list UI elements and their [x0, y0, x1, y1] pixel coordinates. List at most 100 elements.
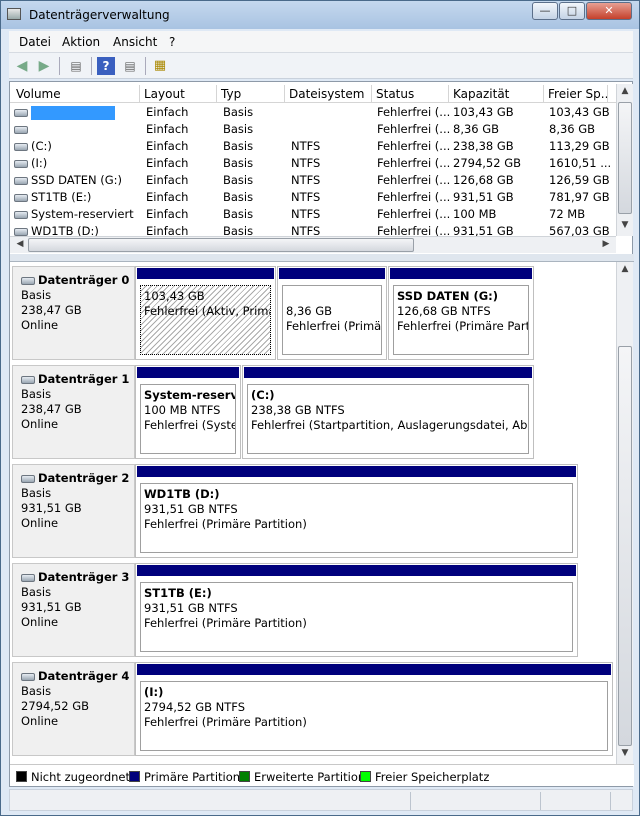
- toolbar-separator: [91, 57, 92, 75]
- column-volume[interactable]: Volume: [10, 85, 140, 103]
- partition-size: 100 MB NTFS: [144, 403, 221, 417]
- properties-icon[interactable]: ▤: [121, 57, 139, 75]
- scroll-up-icon[interactable]: ▲: [617, 264, 633, 274]
- legend-item: Nicht zugeordnet: [16, 770, 130, 784]
- volume-row[interactable]: WD1TB (D:) Einfach Basis NTFS Fehlerfrei…: [10, 223, 616, 236]
- volume-row[interactable]: (C:) Einfach Basis NTFS Fehlerfrei (... …: [10, 138, 616, 155]
- scroll-left-icon[interactable]: ◀: [12, 239, 28, 249]
- disk-label[interactable]: Datenträger 4 Basis 2794,52 GB Online: [12, 662, 135, 756]
- volume-row[interactable]: (I:) Einfach Basis NTFS Fehlerfrei (... …: [10, 155, 616, 172]
- scroll-down-icon[interactable]: ▼: [617, 220, 633, 230]
- maximize-icon: □: [566, 4, 578, 17]
- primary-partition-bar: [137, 367, 239, 378]
- volume-icon: [14, 193, 28, 202]
- scrollbar-thumb[interactable]: [618, 102, 632, 214]
- close-button[interactable]: ✕: [586, 2, 632, 20]
- menu-datei[interactable]: Datei: [19, 35, 51, 49]
- partition-status: Fehlerfrei (Aktiv, Primäre: [144, 304, 270, 318]
- partition-body: SSD DATEN (G:) 126,68 GB NTFS Fehlerfrei…: [393, 285, 529, 355]
- volume-row[interactable]: Einfach Basis Fehlerfrei (... 8,36 GB 8,…: [10, 121, 616, 138]
- column-layout[interactable]: Layout: [140, 85, 217, 103]
- scroll-right-icon[interactable]: ▶: [598, 239, 614, 249]
- cell-kapazitaet: 126,68 GB: [453, 173, 514, 187]
- toolbar-separator: [145, 57, 146, 75]
- disk-icon: [21, 573, 35, 582]
- cell-volume: ST1TB (E:): [31, 190, 92, 204]
- partition-name: ST1TB (E:): [144, 586, 212, 600]
- disk-label[interactable]: Datenträger 3 Basis 931,51 GB Online: [12, 563, 135, 657]
- partition-body: (C:) 238,38 GB NTFS Fehlerfrei (Startpar…: [247, 384, 529, 454]
- legend-label: Nicht zugeordnet: [31, 770, 131, 784]
- volume-row[interactable]: SSD DATEN (G:) Einfach Basis NTFS Fehler…: [10, 172, 616, 189]
- scrollbar-thumb[interactable]: [618, 346, 632, 746]
- cell-dateisystem: NTFS: [291, 139, 321, 153]
- back-arrow-icon[interactable]: ◀: [13, 57, 31, 75]
- volume-list-horizontal-scrollbar[interactable]: ◀ ▶: [10, 236, 616, 253]
- cell-layout: Einfach: [146, 207, 189, 221]
- scroll-down-icon[interactable]: ▼: [617, 748, 633, 758]
- partition[interactable]: SSD DATEN (G:) 126,68 GB NTFS Fehlerfrei…: [388, 266, 534, 360]
- partition[interactable]: WD1TB (D:) 931,51 GB NTFS Fehlerfrei (Pr…: [135, 464, 578, 558]
- partition-body: 8,36 GB Fehlerfrei (Primäre: [282, 285, 382, 355]
- forward-arrow-icon[interactable]: ▶: [35, 57, 53, 75]
- partition-status: Fehlerfrei (System: [144, 418, 235, 432]
- partition-size: 103,43 GB: [144, 289, 205, 303]
- disk-size: 931,51 GB: [21, 600, 82, 614]
- column-kapazitaet[interactable]: Kapazität: [449, 85, 544, 103]
- menu-aktion[interactable]: Aktion: [62, 35, 100, 49]
- disk-label[interactable]: Datenträger 0 Basis 238,47 GB Online: [12, 266, 135, 360]
- cell-kapazitaet: 931,51 GB: [453, 190, 514, 204]
- legend-swatch: [16, 771, 27, 782]
- menu-help[interactable]: ?: [169, 35, 175, 49]
- volume-row[interactable]: ST1TB (E:) Einfach Basis NTFS Fehlerfrei…: [10, 189, 616, 206]
- title-bar[interactable]: Datenträgerverwaltung — □ ✕: [1, 1, 639, 29]
- cell-dateisystem: NTFS: [291, 224, 321, 236]
- partition[interactable]: (C:) 238,38 GB NTFS Fehlerfrei (Startpar…: [242, 365, 534, 459]
- disk-name: Datenträger 4: [38, 669, 130, 683]
- status-separator: [410, 792, 411, 810]
- partition[interactable]: ST1TB (E:) 931,51 GB NTFS Fehlerfrei (Pr…: [135, 563, 578, 657]
- pane-splitter[interactable]: [10, 254, 634, 262]
- legend-swatch: [239, 771, 250, 782]
- cell-frei: 1610,51 ...: [549, 156, 612, 170]
- partition-size: 238,38 GB NTFS: [251, 403, 345, 417]
- scrollbar-thumb[interactable]: [28, 238, 414, 252]
- help-icon[interactable]: ?: [97, 57, 115, 75]
- minimize-button[interactable]: —: [532, 2, 558, 20]
- menu-ansicht[interactable]: Ansicht: [113, 35, 157, 49]
- maximize-button[interactable]: □: [559, 2, 585, 20]
- partition-body: ST1TB (E:) 931,51 GB NTFS Fehlerfrei (Pr…: [140, 582, 573, 652]
- volume-icon: [14, 159, 28, 168]
- volume-row[interactable]: System-reserviert Einfach Basis NTFS Feh…: [10, 206, 616, 223]
- primary-partition-bar: [137, 466, 576, 477]
- volume-list-vertical-scrollbar[interactable]: ▲ ▼: [616, 84, 633, 236]
- column-freier-speicherplatz[interactable]: Freier Sp...: [544, 85, 608, 103]
- partition-size: 2794,52 GB NTFS: [144, 700, 246, 714]
- disk-icon: [21, 474, 35, 483]
- volume-row[interactable]: Einfach Basis Fehlerfrei (... 103,43 GB …: [10, 104, 616, 121]
- partition[interactable]: 103,43 GB Fehlerfrei (Aktiv, Primäre: [135, 266, 276, 360]
- disk-view-vertical-scrollbar[interactable]: ▲ ▼: [616, 262, 633, 764]
- partition-name: (I:): [144, 685, 164, 699]
- column-dateisystem[interactable]: Dateisystem: [285, 85, 372, 103]
- partition[interactable]: System-reservie 100 MB NTFS Fehlerfrei (…: [135, 365, 241, 459]
- partition[interactable]: 8,36 GB Fehlerfrei (Primäre: [277, 266, 387, 360]
- partition[interactable]: (I:) 2794,52 GB NTFS Fehlerfrei (Primäre…: [135, 662, 613, 756]
- volume-icon: [14, 227, 28, 236]
- disk-size: 2794,52 GB: [21, 699, 90, 713]
- primary-partition-bar: [244, 367, 532, 378]
- cell-frei: 72 MB: [549, 207, 586, 221]
- disk-label[interactable]: Datenträger 1 Basis 238,47 GB Online: [12, 365, 135, 459]
- toolbar: ◀ ▶ ▤ ? ▤ ▦: [9, 53, 633, 79]
- show-hide-tree-icon[interactable]: ▤: [67, 57, 85, 75]
- cell-typ: Basis: [223, 190, 254, 204]
- disk-label[interactable]: Datenträger 2 Basis 931,51 GB Online: [12, 464, 135, 558]
- disk-graphical-view: Datenträger 0 Basis 238,47 GB Online 103…: [10, 262, 616, 764]
- column-typ[interactable]: Typ: [217, 85, 285, 103]
- cell-layout: Einfach: [146, 224, 189, 236]
- scroll-up-icon[interactable]: ▲: [617, 86, 633, 96]
- status-separator: [610, 792, 611, 810]
- partition-status: Fehlerfrei (Primäre: [286, 319, 382, 333]
- disk-wizard-icon[interactable]: ▦: [151, 57, 169, 75]
- column-status[interactable]: Status: [372, 85, 449, 103]
